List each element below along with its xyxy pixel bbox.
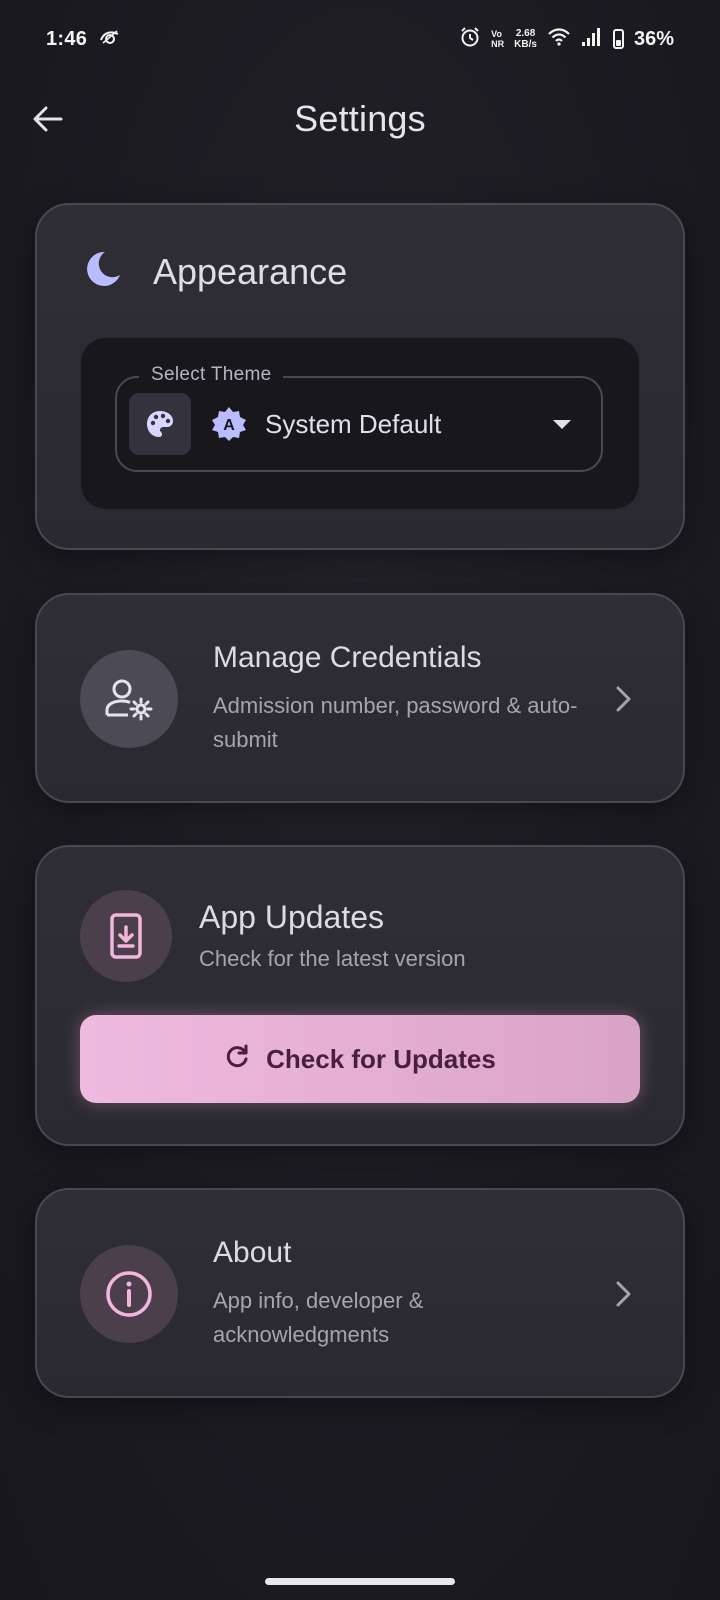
check-for-updates-button[interactable]: Check for Updates <box>80 1015 640 1103</box>
info-icon <box>80 1245 178 1343</box>
about-card[interactable]: About App info, developer & acknowledgme… <box>35 1188 685 1398</box>
auto-theme-icon: A <box>211 406 247 442</box>
status-bar: 1:46 Vo NR 2.68 KB/s 36% <box>0 0 720 78</box>
app-notification-icon <box>99 28 121 51</box>
theme-panel: Select Theme A System Default <box>80 337 640 510</box>
dropdown-arrow-icon <box>553 419 571 429</box>
back-arrow-icon <box>33 106 63 132</box>
status-time: 1:46 <box>46 27 88 50</box>
about-subtitle: App info, developer & acknowledgments <box>213 1288 424 1347</box>
about-text: About App info, developer & acknowledgme… <box>213 1236 593 1352</box>
page-title: Settings <box>294 98 426 139</box>
appearance-title: Appearance <box>153 250 348 292</box>
appearance-card: Appearance Select Theme A System Default <box>35 203 685 550</box>
back-button[interactable] <box>26 97 70 141</box>
manage-credentials-title: Manage Credentials <box>213 641 482 674</box>
system-update-icon <box>80 890 172 982</box>
manage-accounts-icon <box>80 650 178 748</box>
manage-credentials-text: Manage Credentials Admission number, pas… <box>213 641 593 757</box>
volte-indicator: Vo NR <box>491 29 504 49</box>
app-updates-subtitle: Check for the latest version <box>199 946 466 971</box>
auto-theme-letter: A <box>223 417 235 434</box>
app-updates-card: App Updates Check for the latest version… <box>35 845 685 1146</box>
app-updates-title: App Updates <box>199 899 385 935</box>
settings-screen: 1:46 Vo NR 2.68 KB/s 36% Settings Appear… <box>0 0 720 1600</box>
manage-credentials-card[interactable]: Manage Credentials Admission number, pas… <box>35 593 685 803</box>
theme-select-label: Select Theme <box>139 364 284 386</box>
net-speed-unit: KB/s <box>514 39 537 50</box>
alarm-icon <box>459 26 481 53</box>
signal-icon <box>581 27 603 52</box>
appearance-header: Appearance <box>83 249 347 294</box>
app-bar: Settings <box>0 80 720 158</box>
check-for-updates-label: Check for Updates <box>266 1043 496 1074</box>
chevron-right-icon <box>611 1276 637 1312</box>
app-updates-text: App Updates Check for the latest version <box>199 899 466 972</box>
wifi-icon <box>547 27 571 52</box>
volte-top: Vo <box>491 29 503 39</box>
theme-select[interactable]: Select Theme A System Default <box>115 364 603 472</box>
net-speed: 2.68 KB/s <box>514 28 537 50</box>
theme-selected-value: System Default <box>265 408 442 439</box>
home-indicator[interactable] <box>265 1578 455 1585</box>
status-right: Vo NR 2.68 KB/s 36% <box>459 26 674 53</box>
chevron-right-icon <box>611 681 637 717</box>
moon-icon <box>83 249 123 294</box>
about-title: About <box>213 1236 292 1269</box>
battery-icon <box>612 29 624 49</box>
refresh-icon <box>224 1044 250 1075</box>
battery-percent: 36% <box>633 27 674 50</box>
volte-bottom: NR <box>491 39 505 49</box>
net-speed-value: 2.68 <box>515 28 536 39</box>
manage-credentials-subtitle: Admission number, password & auto-submit <box>213 693 578 752</box>
status-left: 1:46 <box>46 28 121 51</box>
palette-icon <box>129 393 191 455</box>
